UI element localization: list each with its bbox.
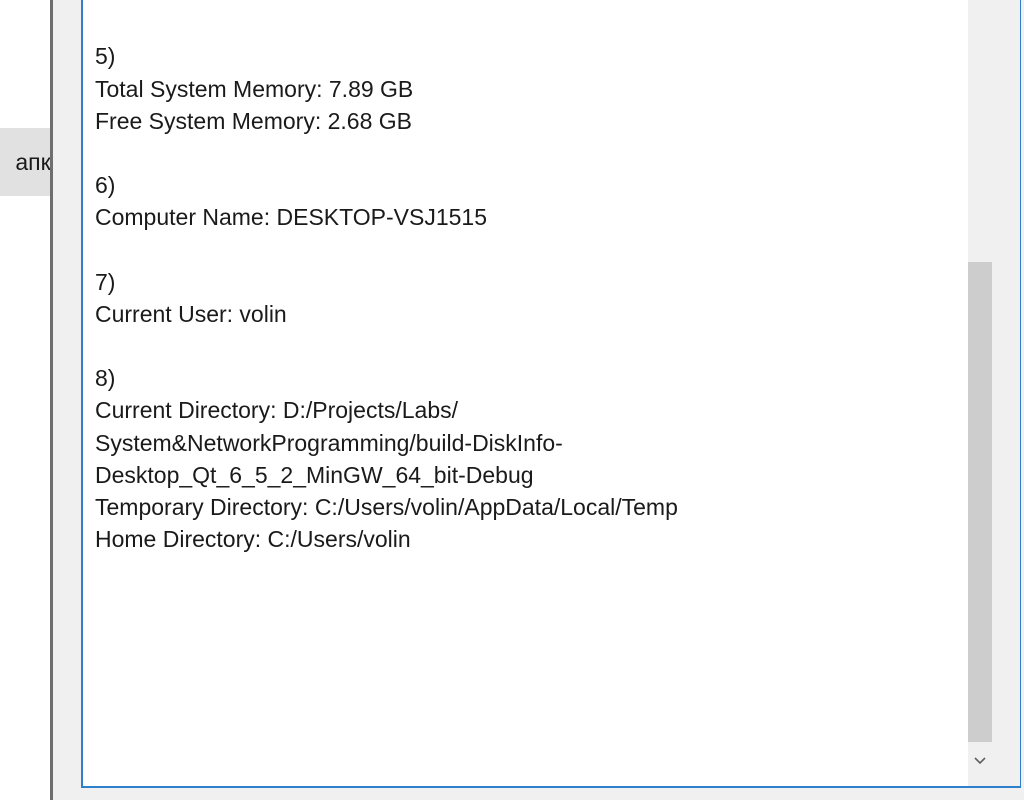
text-line: System&NetworkProgramming/build-DiskInfo… [95,429,563,456]
text-line: Current Directory: D:/Projects/Labs/ [95,397,459,424]
folder-button-label: апка [15,149,50,175]
text-line: Free System Memory: 2.68 GB [95,107,412,134]
left-panel: апка [0,0,52,800]
text-line: Current User: volin [95,300,287,327]
text-line: Temporary Directory: C:/Users/volin/AppD… [95,494,678,520]
text-line [95,330,955,362]
text-line: 7) [95,268,116,295]
text-line: 5) [95,43,116,70]
app-window: апка / 5) Total System Memory: 7.89 GB F… [0,0,1024,800]
text-line: / [95,0,955,8]
text-line: Computer Name: DESKTOP-VSJ1515 [95,204,488,231]
text-line: Total System Memory: 7.89 GB [95,75,414,102]
text-line [95,234,955,266]
chevron-down-icon[interactable] [968,748,992,774]
text-line [95,8,955,40]
text-line: 6) [95,172,116,199]
folder-button[interactable]: апка [0,128,50,196]
text-line: Home Directory: C:/Users/volin [95,526,411,553]
info-text-content: / 5) Total System Memory: 7.89 GB Free S… [95,0,955,555]
text-line: 8) [95,365,116,392]
text-line: Desktop_Qt_6_5_2_MinGW_64_bit-Debug [95,461,534,488]
vertical-scrollbar[interactable] [968,0,1020,786]
scrollbar-thumb[interactable] [968,262,992,742]
text-line [95,137,955,169]
info-text-area[interactable]: / 5) Total System Memory: 7.89 GB Free S… [81,0,1021,788]
